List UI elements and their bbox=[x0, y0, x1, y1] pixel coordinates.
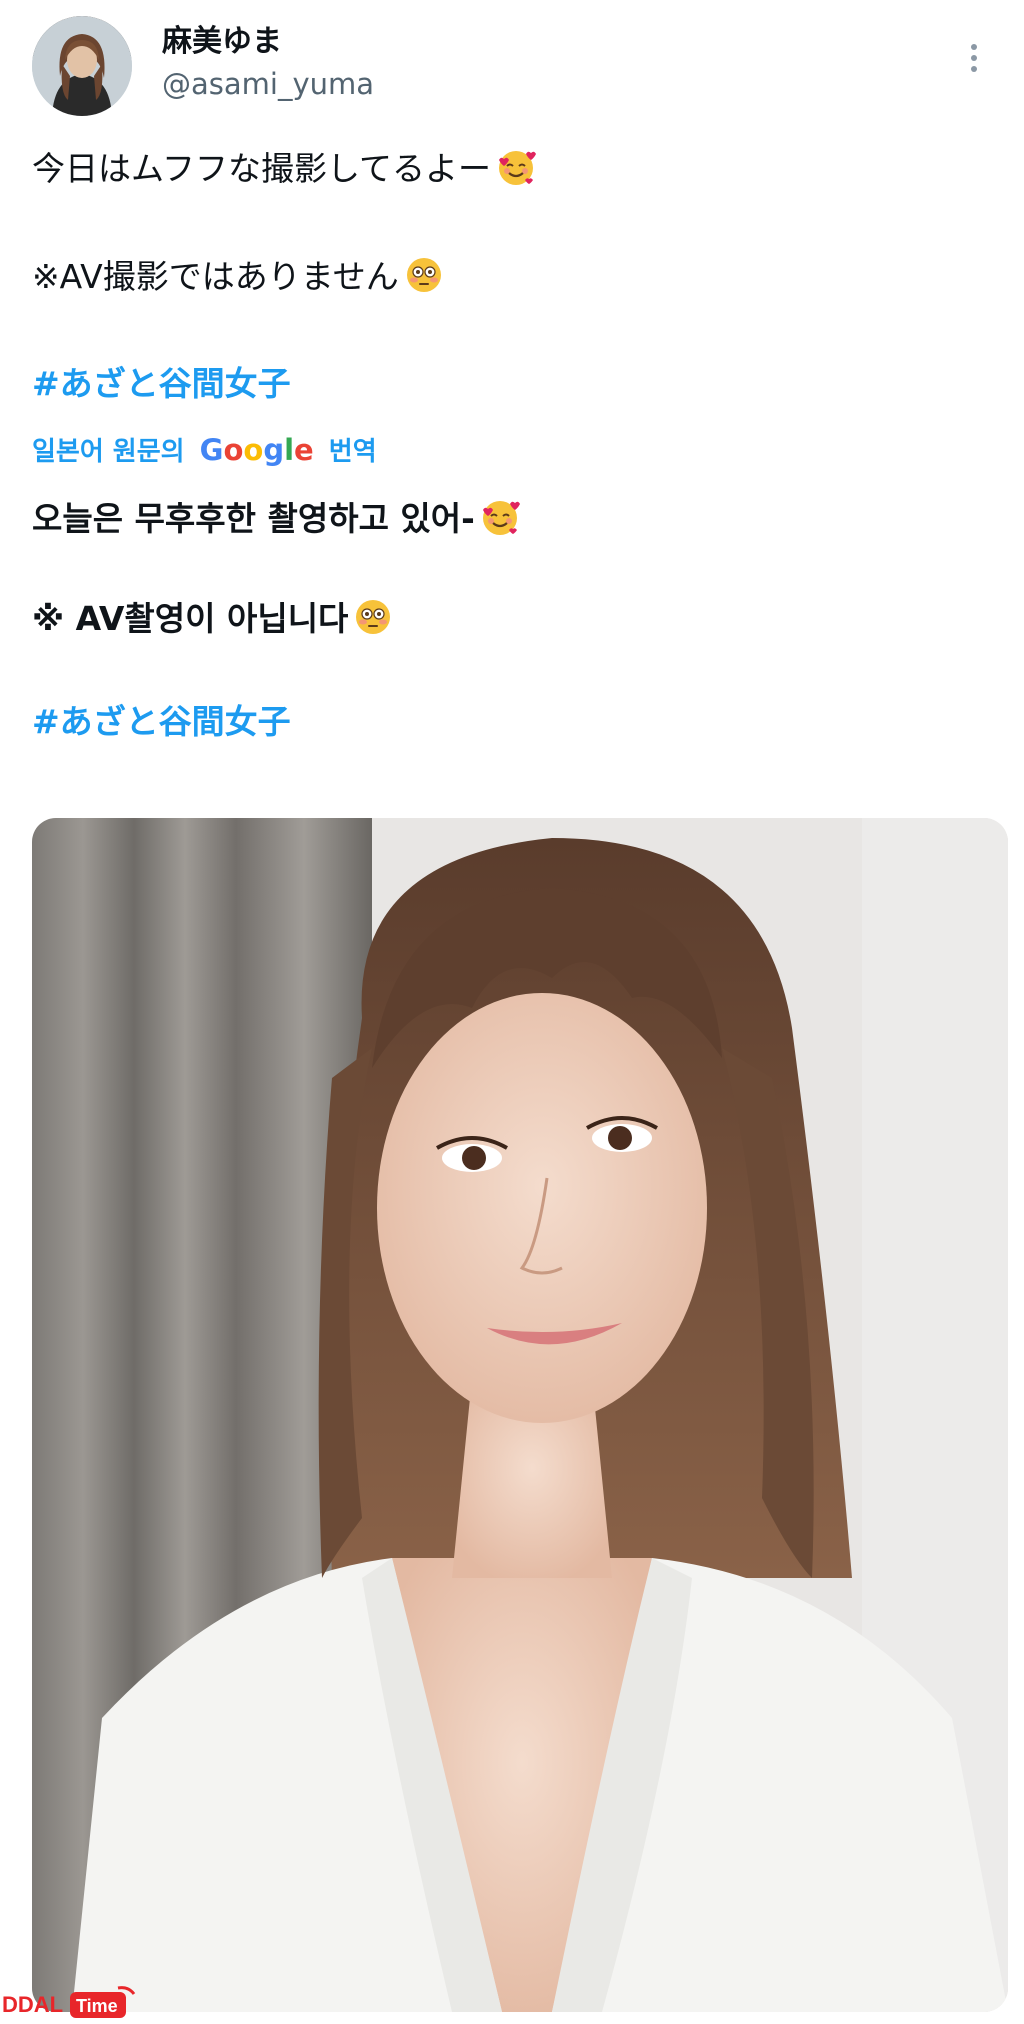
tweet-text-line: ※AV撮影ではありません bbox=[32, 254, 445, 299]
display-name[interactable]: 麻美ゆま bbox=[162, 22, 374, 62]
tweet-card: 麻美ゆま @asami_yuma 今日はムフフな撮影してるよー ※AV撮影ではあ… bbox=[0, 0, 1024, 2024]
user-handle[interactable]: @asami_yuma bbox=[162, 64, 374, 104]
tweet-text-line: 今日はムフフな撮影してるよー bbox=[32, 146, 537, 191]
translated-text: 오늘은 무후후한 촬영하고 있어- bbox=[32, 499, 475, 538]
more-options-button[interactable] bbox=[956, 38, 992, 78]
smiling-face-with-hearts-icon bbox=[482, 501, 520, 535]
translated-text-line: #あざと谷間女子 bbox=[32, 700, 291, 744]
tweet-header: 麻美ゆま @asami_yuma bbox=[32, 16, 992, 116]
ddal-time-watermark: DDAL Time bbox=[2, 1986, 136, 2018]
watermark-brand: DDAL bbox=[2, 1992, 63, 2017]
translation-suffix: 번역 bbox=[328, 437, 377, 467]
translated-text-line: 오늘은 무후후한 촬영하고 있어- bbox=[32, 496, 521, 541]
smiling-face-with-hearts-icon bbox=[499, 151, 537, 185]
more-dot-icon bbox=[971, 55, 977, 61]
user-names: 麻美ゆま @asami_yuma bbox=[162, 22, 374, 104]
tweet-photo[interactable] bbox=[32, 818, 1008, 2012]
translated-text: ※ AV촬영이 아닙니다 bbox=[32, 599, 349, 638]
more-dot-icon bbox=[971, 66, 977, 72]
tweet-text-line: #あざと谷間女子 bbox=[32, 362, 291, 406]
translated-text-line: ※ AV촬영이 아닙니다 bbox=[32, 596, 394, 641]
translation-prefix: 일본어 원문의 bbox=[32, 437, 185, 467]
watermark-sub: Time bbox=[76, 1996, 118, 2016]
more-dot-icon bbox=[971, 44, 977, 50]
flushed-face-icon bbox=[406, 258, 441, 292]
tweet-text: 今日はムフフな撮影してるよー bbox=[32, 149, 492, 188]
hashtag-link[interactable]: #あざと谷間女子 bbox=[32, 364, 291, 403]
hashtag-link[interactable]: #あざと谷間女子 bbox=[32, 702, 291, 741]
photo-illustration bbox=[32, 818, 1008, 2012]
avatar[interactable] bbox=[32, 16, 132, 116]
flushed-face-icon bbox=[356, 600, 391, 634]
tweet-text: ※AV撮影ではありません bbox=[32, 257, 399, 296]
translation-label[interactable]: 일본어 원문의 Google 번역 bbox=[32, 432, 377, 470]
google-logo: Google bbox=[199, 433, 314, 467]
